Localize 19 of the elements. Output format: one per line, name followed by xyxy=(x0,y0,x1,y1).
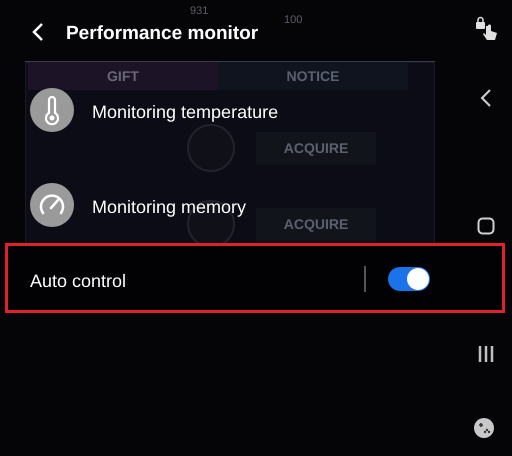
gamepad-icon[interactable] xyxy=(474,418,494,438)
back-chevron-icon[interactable] xyxy=(480,88,492,108)
energy-count: 100 xyxy=(284,14,302,27)
menu-item[interactable]: Monitoring temperature xyxy=(92,99,278,126)
thermometer-icon xyxy=(30,88,74,132)
toggle-switch[interactable] xyxy=(388,267,430,291)
panel-title: Performance monitor xyxy=(66,22,258,46)
menu-item[interactable]: Monitoring memory xyxy=(92,194,246,221)
auto-control-label: Auto control xyxy=(30,270,126,293)
acquire-button[interactable]: ACQUIRE xyxy=(256,208,376,241)
acquire-button[interactable]: ACQUIRE xyxy=(256,132,376,165)
game-tab[interactable]: GIFT xyxy=(28,62,218,90)
gauge-icon xyxy=(30,183,74,227)
back-icon[interactable] xyxy=(31,22,45,42)
hand-lock-icon[interactable] xyxy=(474,16,500,42)
recent-apps-icon[interactable] xyxy=(477,345,495,363)
gem-count: 931 xyxy=(190,5,208,18)
game-tab[interactable]: NOTICE xyxy=(218,62,408,90)
home-square-icon[interactable] xyxy=(477,217,495,235)
